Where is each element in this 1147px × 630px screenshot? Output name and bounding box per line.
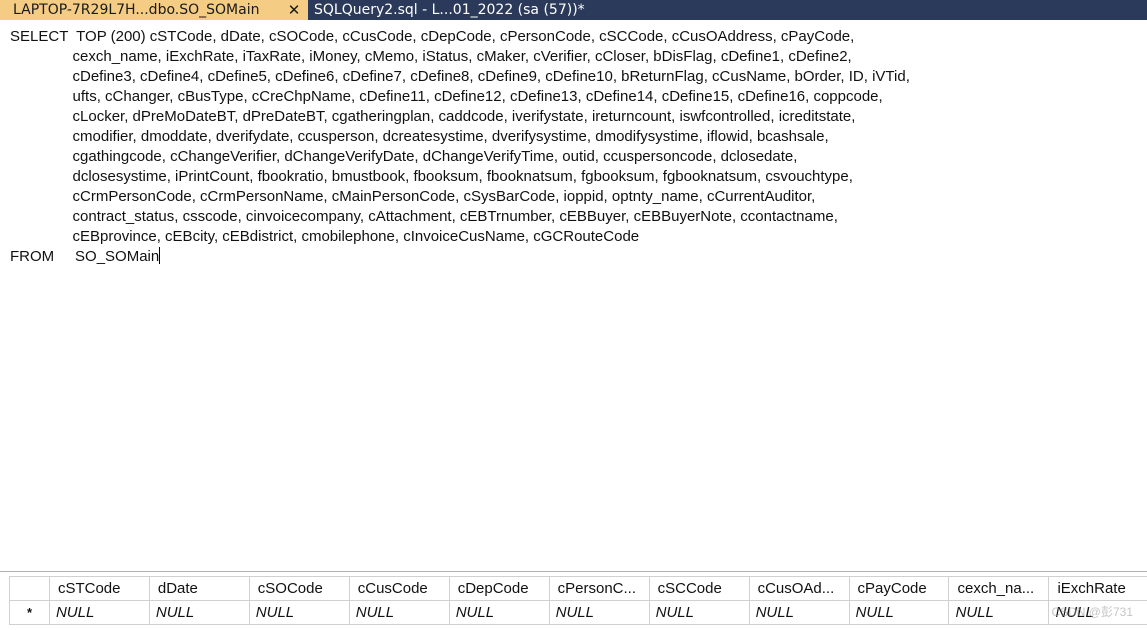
code-line: cexch_name, iExchRate, iTaxRate, iMoney,… (10, 48, 852, 65)
code-line: contract_status, csscode, cinvoicecompan… (10, 208, 838, 225)
code-line: cLocker, dPreMoDateBT, dPreDateBT, cgath… (10, 108, 856, 125)
results-grid[interactable]: cSTCode dDate cSOCode cCusCode cDepCode … (9, 576, 1147, 625)
code-line: cmodifier, dmoddate, dverifydate, ccuspe… (10, 128, 829, 145)
column-header[interactable]: cSOCode (249, 576, 350, 601)
from-keyword: FROM (10, 248, 55, 265)
grid-header-row: cSTCode dDate cSOCode cCusCode cDepCode … (9, 576, 1147, 601)
tab-title: LAPTOP-7R29L7H...dbo.SO_SOMain (13, 2, 260, 18)
text-caret (159, 247, 161, 264)
column-header[interactable]: cDepCode (449, 576, 550, 601)
code-line: cDefine3, cDefine4, cDefine5, cDefine6, … (10, 68, 910, 85)
tab-so-somain[interactable]: LAPTOP-7R29L7H...dbo.SO_SOMain ✕ (0, 0, 308, 20)
column-header[interactable]: cPayCode (849, 576, 950, 601)
grid-cell[interactable]: NULL (549, 600, 650, 625)
grid-cell[interactable]: NULL (49, 600, 150, 625)
code-line: cCrmPersonCode, cCrmPersonName, cMainPer… (10, 188, 816, 205)
grid-cell[interactable]: NULL (349, 600, 450, 625)
sql-code[interactable]: SELECT TOP (200) cSTCode, dDate, cSOCode… (10, 27, 1140, 267)
code-line: dclosesystime, iPrintCount, fbookratio, … (10, 168, 853, 185)
column-header[interactable]: iExchRate (1048, 576, 1147, 601)
code-line: cEBprovince, cEBcity, cEBdistrict, cmobi… (10, 228, 640, 245)
from-table: SO_SOMain (75, 248, 160, 265)
table-row[interactable]: * NULL NULL NULL NULL NULL NULL NULL NUL… (9, 600, 1147, 625)
results-gutter (0, 572, 8, 630)
code-line: SELECT TOP (200) cSTCode, dDate, cSOCode… (10, 28, 855, 45)
column-header[interactable]: cCusCode (349, 576, 450, 601)
code-line: cgathingcode, cChangeVerifier, dChangeVe… (10, 148, 798, 165)
column-header[interactable]: dDate (149, 576, 250, 601)
watermark: CSDN @彭731 (1051, 605, 1133, 619)
grid-cell[interactable]: NULL (649, 600, 750, 625)
row-header-corner[interactable] (9, 576, 50, 601)
sql-editor-window: LAPTOP-7R29L7H...dbo.SO_SOMain ✕ SQLQuer… (0, 0, 1147, 630)
column-header[interactable]: cCusOAd... (749, 576, 850, 601)
close-icon[interactable]: ✕ (286, 1, 302, 19)
column-header[interactable]: cPersonC... (549, 576, 650, 601)
column-header[interactable]: cSCCode (649, 576, 750, 601)
tab-title: SQLQuery2.sql - L...01_2022 (sa (57))* (314, 2, 585, 18)
grid-cell[interactable]: NULL (249, 600, 350, 625)
grid-cell[interactable]: NULL (149, 600, 250, 625)
code-line: ufts, cChanger, cBusType, cCreChpName, c… (10, 88, 883, 105)
tab-sqlquery2[interactable]: SQLQuery2.sql - L...01_2022 (sa (57))* (308, 0, 591, 20)
grid-cell[interactable]: NULL (749, 600, 850, 625)
grid-cell[interactable]: NULL (849, 600, 950, 625)
grid-cell[interactable]: NULL (948, 600, 1050, 625)
grid-cell[interactable]: NULL (449, 600, 550, 625)
new-row-marker[interactable]: * (9, 600, 50, 625)
document-tab-strip: LAPTOP-7R29L7H...dbo.SO_SOMain ✕ SQLQuer… (0, 0, 1147, 20)
column-header[interactable]: cSTCode (49, 576, 150, 601)
column-header[interactable]: cexch_na... (948, 576, 1050, 601)
results-pane: cSTCode dDate cSOCode cCusCode cDepCode … (0, 571, 1147, 630)
code-line-from: FROM SO_SOMain (10, 247, 1140, 267)
